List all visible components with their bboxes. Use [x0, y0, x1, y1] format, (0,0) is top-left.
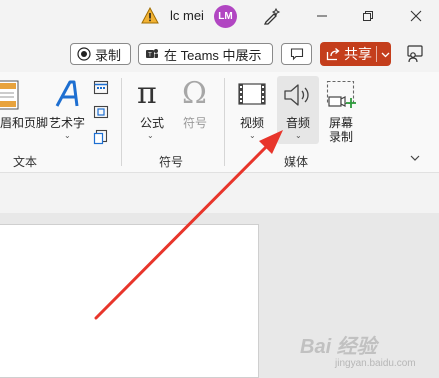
- pen-sparkle-icon[interactable]: [262, 6, 282, 26]
- equation-button[interactable]: 公式: [140, 114, 164, 131]
- share-label: 共享: [344, 46, 372, 62]
- user-name[interactable]: lc mei: [170, 8, 204, 23]
- present-in-teams-button[interactable]: T 在 Teams 中展示: [138, 43, 273, 65]
- omega-icon: Ω: [182, 76, 207, 111]
- chevron-down-icon[interactable]: [381, 50, 390, 59]
- close-icon: [410, 10, 422, 22]
- chevron-down-icon[interactable]: ⌄: [64, 131, 71, 140]
- group-label-media: 媒体: [284, 155, 309, 169]
- wordart-button[interactable]: 艺术字: [49, 114, 85, 131]
- group-divider: [121, 78, 122, 166]
- comment-icon: [290, 48, 303, 61]
- group-label-text: 文本: [13, 155, 38, 169]
- object-icon[interactable]: [93, 129, 109, 145]
- warning-icon[interactable]: [141, 7, 159, 25]
- chevron-down-icon: [410, 155, 420, 161]
- pi-icon: π: [137, 76, 157, 111]
- header-footer-icon: [0, 80, 19, 110]
- restore-button[interactable]: [356, 5, 380, 27]
- video-button[interactable]: 视频: [240, 114, 264, 131]
- record-icon: [77, 47, 91, 61]
- teams-label: 在 Teams 中展示: [164, 47, 262, 63]
- group-label-symbols: 符号: [159, 155, 184, 169]
- record-label: 录制: [95, 47, 122, 63]
- teams-icon: T: [146, 49, 158, 59]
- minimize-button[interactable]: [310, 5, 334, 27]
- share-button[interactable]: 共享: [320, 42, 391, 66]
- ribbon-bottom-strip: [0, 173, 439, 213]
- watermark: Bai 经验: [300, 336, 377, 358]
- audio-button[interactable]: 音频: [286, 114, 310, 131]
- restore-icon: [363, 11, 373, 21]
- svg-text:T: T: [148, 53, 152, 59]
- share-separator: [376, 46, 377, 62]
- chevron-down-icon[interactable]: ⌄: [249, 131, 256, 140]
- record-button[interactable]: 录制: [70, 43, 131, 65]
- chevron-down-icon[interactable]: ⌄: [147, 131, 154, 140]
- collapse-ribbon-button[interactable]: [409, 151, 423, 165]
- speaker-icon: [284, 84, 309, 106]
- screen-recording-icon: [326, 80, 356, 108]
- video-icon: [238, 83, 266, 105]
- symbol-button[interactable]: 符号: [183, 114, 207, 131]
- share-icon: [326, 48, 340, 61]
- minimize-icon: [317, 15, 327, 17]
- header-footer-button[interactable]: 眉和页脚: [0, 114, 48, 131]
- slide[interactable]: [0, 224, 259, 378]
- watermark-url: jingyan.baidu.com: [335, 358, 416, 369]
- screen-recording-label-2: 录制: [329, 130, 354, 144]
- chevron-down-icon[interactable]: ⌄: [295, 131, 302, 140]
- presenter-coach-icon[interactable]: [405, 44, 425, 64]
- group-divider: [224, 78, 225, 166]
- avatar[interactable]: LM: [214, 5, 237, 28]
- date-time-icon[interactable]: [93, 79, 109, 95]
- wordart-icon: [55, 80, 79, 107]
- slide-number-icon[interactable]: [93, 104, 109, 120]
- comments-button[interactable]: [281, 43, 312, 65]
- close-button[interactable]: [404, 5, 428, 27]
